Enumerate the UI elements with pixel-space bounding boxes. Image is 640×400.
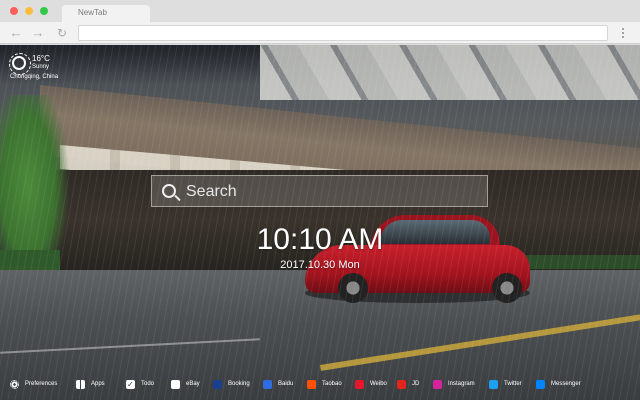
dock-item-label: Preferences bbox=[25, 381, 58, 387]
dock-item-label: Instagram bbox=[448, 381, 475, 387]
clock-time: 10:10 AM bbox=[256, 223, 384, 256]
dock-item-label: Apps bbox=[91, 381, 105, 387]
close-window-button[interactable] bbox=[10, 7, 18, 15]
bottom-dock: Preferences Apps Todo eBay Booking Baidu… bbox=[0, 374, 640, 394]
dock-item-label: Weibo bbox=[370, 381, 387, 387]
search-icon[interactable] bbox=[162, 184, 176, 198]
dock-item-label: Todo bbox=[141, 381, 155, 387]
weather-location: Chongqing, China bbox=[10, 74, 59, 80]
tab-title: NewTab bbox=[78, 8, 107, 17]
dock-item-label: Booking bbox=[228, 381, 250, 387]
dock-item-label: Baidu bbox=[278, 381, 294, 387]
dock-item-label: JD bbox=[412, 381, 420, 387]
dock-item-label: Twitter bbox=[504, 381, 522, 387]
weather-temperature: 16°C bbox=[32, 54, 50, 63]
weather-condition: Sunny bbox=[32, 64, 50, 70]
browser-tab[interactable]: NewTab bbox=[62, 5, 150, 22]
clock-date: 2017.10.30 Mon bbox=[280, 259, 360, 271]
reload-icon[interactable]: ↻ bbox=[54, 25, 70, 41]
minimize-window-button[interactable] bbox=[25, 7, 33, 15]
weibo-icon bbox=[355, 380, 364, 389]
address-bar[interactable] bbox=[78, 25, 608, 41]
dock-item-label: eBay bbox=[186, 381, 200, 387]
twitter-icon bbox=[489, 380, 498, 389]
jd-icon bbox=[397, 380, 406, 389]
weather-widget[interactable]: 16°C Sunny Chongqing, China bbox=[8, 53, 78, 83]
checkbox-icon bbox=[126, 378, 135, 391]
maximize-window-button[interactable] bbox=[40, 7, 48, 15]
dock-item-label: Messenger bbox=[551, 381, 581, 387]
sun-icon bbox=[9, 53, 31, 75]
messenger-icon bbox=[536, 380, 545, 389]
dock-item-label: Taobao bbox=[322, 381, 342, 387]
baidu-icon bbox=[263, 380, 272, 389]
browser-menu-icon[interactable] bbox=[616, 26, 630, 40]
ebay-icon bbox=[171, 380, 180, 389]
window-titlebar: NewTab bbox=[0, 0, 640, 22]
forward-arrow-icon[interactable]: → bbox=[30, 25, 46, 41]
grid-icon bbox=[76, 380, 85, 389]
back-arrow-icon[interactable]: ← bbox=[8, 25, 24, 41]
search-box[interactable] bbox=[151, 175, 488, 207]
taobao-icon bbox=[307, 380, 316, 389]
gear-icon bbox=[10, 380, 19, 389]
instagram-icon bbox=[433, 380, 442, 389]
browser-toolbar: ← → ↻ bbox=[0, 22, 640, 44]
search-input[interactable] bbox=[186, 179, 481, 205]
booking-icon bbox=[213, 380, 222, 389]
